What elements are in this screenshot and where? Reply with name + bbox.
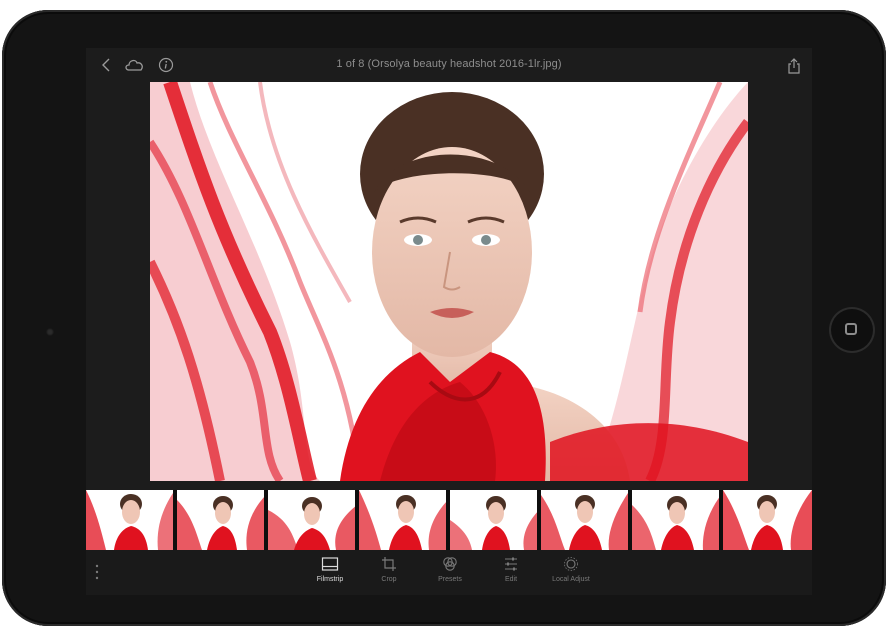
back-icon[interactable] bbox=[99, 57, 115, 73]
info-icon[interactable] bbox=[158, 57, 174, 73]
home-square-icon bbox=[845, 323, 857, 335]
thumbnail-image bbox=[723, 490, 812, 550]
local-adjust-icon bbox=[564, 557, 578, 571]
bottom-toolbar: Filmstrip Crop Presets Edit Local Adjust bbox=[86, 550, 812, 595]
filmstrip bbox=[86, 490, 812, 550]
filmstrip-thumbnail[interactable] bbox=[450, 490, 539, 550]
filmstrip-thumbnail[interactable] bbox=[359, 490, 448, 550]
top-bar: 1 of 8 (Orsolya beauty headshot 2016-1lr… bbox=[86, 48, 812, 82]
filmstrip-thumbnail[interactable] bbox=[86, 490, 175, 550]
filmstrip-thumbnail[interactable] bbox=[541, 490, 630, 550]
filmstrip-icon bbox=[321, 557, 339, 571]
tool-presets[interactable]: Presets bbox=[415, 556, 485, 583]
edit-sliders-icon bbox=[505, 557, 517, 571]
main-photo bbox=[150, 82, 748, 481]
thumbnail-image bbox=[268, 490, 355, 550]
presets-icon bbox=[443, 557, 457, 571]
thumbnail-image bbox=[86, 490, 173, 550]
tool-label: Crop bbox=[381, 576, 397, 583]
tool-crop[interactable]: Crop bbox=[354, 556, 424, 583]
cloud-icon[interactable] bbox=[124, 57, 146, 73]
portrait-image bbox=[150, 82, 748, 481]
tool-label: Local Adjust bbox=[552, 576, 590, 583]
thumbnail-image bbox=[632, 490, 719, 550]
tool-local-adjust[interactable]: Local Adjust bbox=[536, 556, 606, 583]
photo-title: 1 of 8 (Orsolya beauty headshot 2016-1lr… bbox=[336, 58, 562, 70]
tool-label: Presets bbox=[438, 576, 462, 583]
more-options-icon[interactable] bbox=[95, 564, 99, 580]
crop-icon bbox=[382, 557, 396, 571]
share-icon[interactable] bbox=[786, 57, 802, 75]
thumbnail-image bbox=[359, 490, 446, 550]
filmstrip-thumbnail[interactable] bbox=[723, 490, 812, 550]
front-camera bbox=[46, 328, 54, 336]
filmstrip-thumbnail[interactable] bbox=[177, 490, 266, 550]
app-screen: 1 of 8 (Orsolya beauty headshot 2016-1lr… bbox=[86, 48, 812, 595]
thumbnail-image bbox=[177, 490, 264, 550]
thumbnail-image bbox=[541, 490, 628, 550]
thumbnail-image bbox=[450, 490, 537, 550]
filmstrip-thumbnail[interactable] bbox=[268, 490, 357, 550]
home-button[interactable] bbox=[831, 309, 873, 351]
filmstrip-thumbnail[interactable] bbox=[632, 490, 721, 550]
